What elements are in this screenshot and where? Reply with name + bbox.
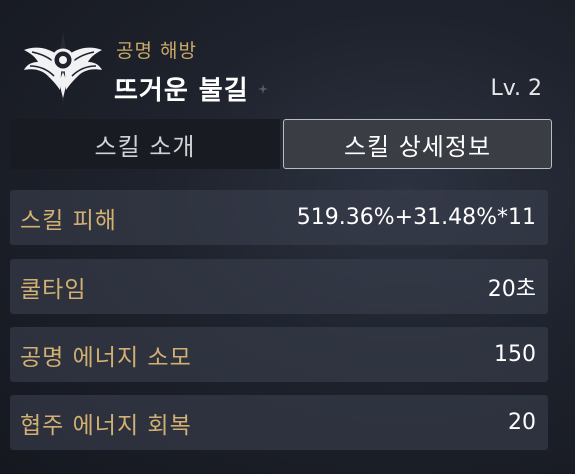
tab-skill-intro[interactable]: 스킬 소개 <box>10 119 280 169</box>
stat-label: 쿨타임 <box>20 276 87 303</box>
winged-emblem-icon <box>22 32 104 104</box>
stat-label: 공명 에너지 소모 <box>20 344 192 371</box>
stat-row-cooldown: 쿨타임 20초 <box>10 259 548 314</box>
skill-level: Lv. 2 <box>490 76 542 101</box>
stat-row-skill-damage: 스킬 피해 519.36%+31.48%*11 <box>10 190 548 245</box>
stat-value: 150 <box>494 342 536 367</box>
stat-label: 스킬 피해 <box>20 207 117 234</box>
skill-name: 뜨거운 불길 <box>114 76 249 106</box>
tab-skill-details[interactable]: 스킬 상세정보 <box>283 119 552 169</box>
stat-value: 519.36%+31.48%*11 <box>296 205 536 230</box>
skill-detail-panel: 공명 해방 뜨거운 불길 Lv. 2 스킬 소개 스킬 상세정보 스킬 피해 5… <box>0 0 575 474</box>
sparkle-decoration-icon <box>258 84 268 94</box>
skill-category: 공명 해방 <box>116 40 197 62</box>
stat-row-resonance-energy-cost: 공명 에너지 소모 150 <box>10 327 548 382</box>
stat-value: 20 <box>508 410 536 435</box>
stat-row-concerto-energy-regen: 협주 에너지 회복 20 <box>10 395 548 450</box>
stat-label: 협주 에너지 회복 <box>20 412 192 439</box>
stat-value: 20초 <box>487 276 536 302</box>
